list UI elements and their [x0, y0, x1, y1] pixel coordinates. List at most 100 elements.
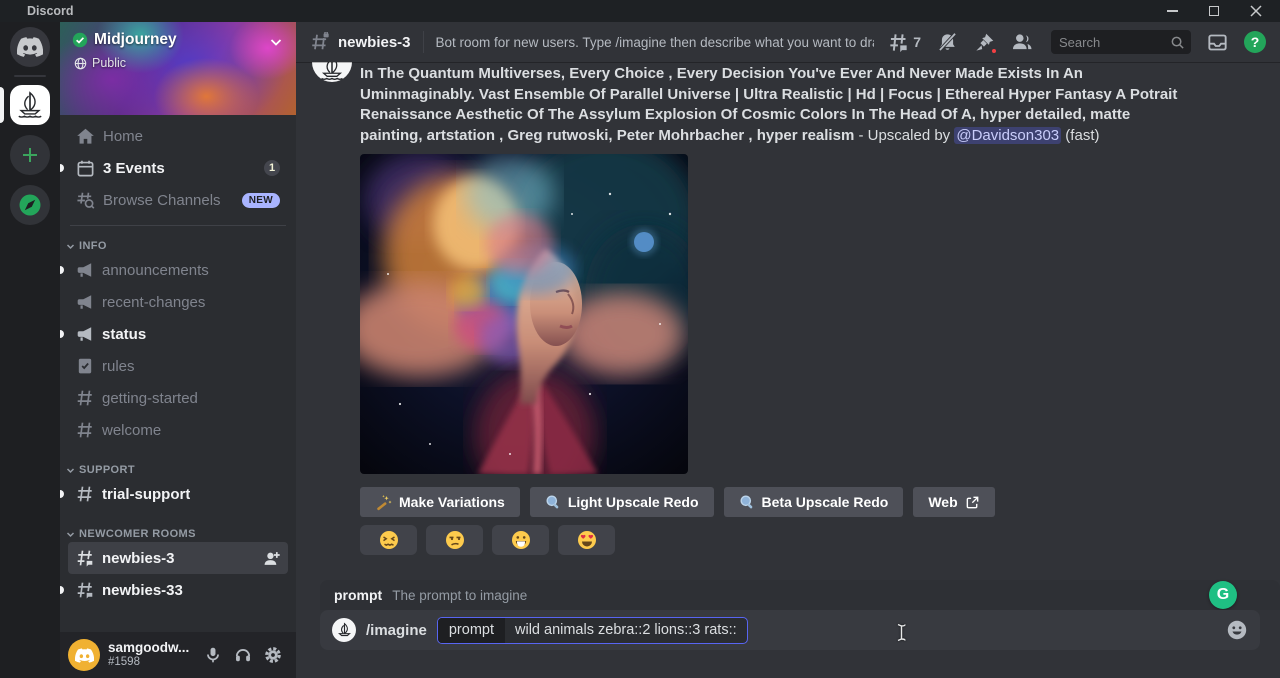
- message-actions: Make Variations Light Upscale Redo Beta …: [360, 487, 1184, 517]
- server-visibility: Public: [74, 56, 126, 70]
- sidebar-item-home[interactable]: Home: [68, 120, 288, 152]
- emoji-picker-button[interactable]: [1226, 619, 1248, 641]
- server-header: Midjourney: [72, 31, 177, 49]
- reaction-confounded[interactable]: [360, 525, 417, 555]
- minimize-icon: [1167, 10, 1178, 12]
- pinned-messages-button[interactable]: [974, 32, 995, 53]
- grammarly-icon: G: [1217, 586, 1229, 604]
- maximize-button[interactable]: [1200, 1, 1228, 21]
- server-icon-midjourney[interactable]: [10, 85, 50, 125]
- channel-trial-support[interactable]: trial-support: [68, 478, 288, 510]
- message: In The Quantum Multiverses, Every Choice…: [360, 64, 1184, 555]
- web-button[interactable]: Web: [913, 487, 994, 517]
- add-server-button[interactable]: [10, 135, 50, 175]
- deafen-button[interactable]: [228, 640, 258, 670]
- channel-status[interactable]: status: [68, 318, 288, 350]
- chevron-down-icon[interactable]: [268, 34, 284, 50]
- bot-avatar[interactable]: [312, 62, 352, 82]
- generated-image[interactable]: [360, 154, 688, 474]
- question-mark-icon: ?: [1251, 34, 1260, 50]
- emoji-heart-eyes-icon: [577, 530, 597, 550]
- command-autocomplete[interactable]: prompt The prompt to imagine G: [320, 580, 1280, 610]
- grammarly-button[interactable]: G: [1209, 581, 1237, 609]
- threads-button[interactable]: 7: [888, 32, 921, 53]
- minimize-button[interactable]: [1158, 1, 1186, 21]
- user-mention[interactable]: @Davidson303: [954, 127, 1061, 144]
- external-link-icon: [965, 495, 980, 510]
- unread-indicator: [60, 164, 64, 172]
- inbox-button[interactable]: [1207, 32, 1228, 53]
- hash-chat-icon: [76, 581, 94, 599]
- unread-indicator: [60, 586, 64, 594]
- prompt-field[interactable]: prompt wild animals zebra::2 lions::3 ra…: [437, 617, 748, 644]
- header-toolbar: 7 ?: [888, 30, 1266, 54]
- magnifier-icon: [545, 494, 561, 510]
- threads-count: 7: [913, 34, 921, 50]
- create-invite-icon[interactable]: [263, 550, 280, 567]
- discord-home-button[interactable]: [10, 27, 50, 67]
- channel-announcements[interactable]: announcements: [68, 254, 288, 286]
- server-banner[interactable]: Midjourney Public: [60, 22, 296, 115]
- search-box[interactable]: [1051, 30, 1191, 54]
- discord-logo-icon: [75, 648, 94, 663]
- sidebar-item-browse-channels[interactable]: Browse Channels NEW: [68, 184, 288, 216]
- sidebar-item-events[interactable]: 3 Events 1: [68, 152, 288, 184]
- globe-icon: [74, 57, 87, 70]
- channel-newbies-3[interactable]: newbies-3: [68, 542, 288, 574]
- prompt-field-value[interactable]: wild animals zebra::2 lions::3 rats::: [505, 618, 747, 643]
- beta-upscale-redo-button[interactable]: Beta Upscale Redo: [724, 487, 904, 517]
- emoji-grinning-icon: [511, 530, 531, 550]
- headphones-icon: [234, 646, 252, 664]
- megaphone-icon: [76, 261, 94, 279]
- megaphone-icon: [76, 325, 94, 343]
- smiley-icon: [1226, 619, 1248, 641]
- autocomplete-option[interactable]: prompt: [334, 587, 382, 603]
- discord-logo-icon: [17, 37, 43, 57]
- explore-servers-button[interactable]: [10, 185, 50, 225]
- mic-button[interactable]: [198, 640, 228, 670]
- search-icon: [1170, 35, 1185, 50]
- user-names[interactable]: samgoodw... #1598: [108, 641, 189, 668]
- channel-list[interactable]: Home 3 Events 1 Browse Channels NEW INFO: [60, 115, 296, 632]
- category-support[interactable]: SUPPORT: [66, 464, 288, 476]
- reaction-heart-eyes[interactable]: [558, 525, 615, 555]
- unread-indicator: [60, 490, 64, 498]
- user-avatar[interactable]: [68, 639, 100, 671]
- settings-button[interactable]: [258, 640, 288, 670]
- sailboat-icon: [336, 622, 353, 639]
- reaction-unamused[interactable]: [426, 525, 483, 555]
- category-newcomer-rooms[interactable]: NEWCOMER ROOMS: [66, 528, 288, 540]
- channel-newbies-33[interactable]: newbies-33: [68, 574, 288, 606]
- reaction-grinning[interactable]: [492, 525, 549, 555]
- member-list-button[interactable]: [1011, 31, 1033, 53]
- window-titlebar: Discord: [0, 0, 1280, 22]
- message-area: In The Quantum Multiverses, Every Choice…: [296, 62, 1280, 678]
- bell-slash-icon: [937, 32, 958, 53]
- close-button[interactable]: [1242, 1, 1270, 21]
- inbox-icon: [1207, 32, 1228, 53]
- maximize-icon: [1209, 6, 1219, 16]
- message-text: In The Quantum Multiverses, Every Choice…: [360, 64, 1184, 146]
- notification-settings-button[interactable]: [937, 32, 958, 53]
- slash-command: /imagine: [366, 622, 427, 639]
- hash-icon: [76, 485, 94, 503]
- unread-indicator: [60, 330, 64, 338]
- channel-getting-started[interactable]: getting-started: [68, 382, 288, 414]
- light-upscale-redo-button[interactable]: Light Upscale Redo: [530, 487, 714, 517]
- channel-rules[interactable]: rules: [68, 350, 288, 382]
- message-composer[interactable]: /imagine prompt wild animals zebra::2 li…: [320, 610, 1260, 650]
- make-variations-button[interactable]: Make Variations: [360, 487, 520, 517]
- channel-recent-changes[interactable]: recent-changes: [68, 286, 288, 318]
- search-input[interactable]: [1059, 35, 1170, 50]
- channel-welcome[interactable]: welcome: [68, 414, 288, 446]
- help-button[interactable]: ?: [1244, 31, 1266, 53]
- upscaled-artwork: [360, 154, 688, 474]
- channel-topic[interactable]: Bot room for new users. Type /imagine th…: [436, 35, 875, 50]
- members-icon: [1011, 31, 1033, 53]
- home-icon: [76, 127, 95, 146]
- verified-badge-icon: [72, 32, 88, 48]
- category-info[interactable]: INFO: [66, 240, 288, 252]
- user-discriminator: #1598: [108, 656, 189, 669]
- selected-server-indicator: [0, 87, 4, 123]
- autocomplete-hint: The prompt to imagine: [392, 588, 527, 603]
